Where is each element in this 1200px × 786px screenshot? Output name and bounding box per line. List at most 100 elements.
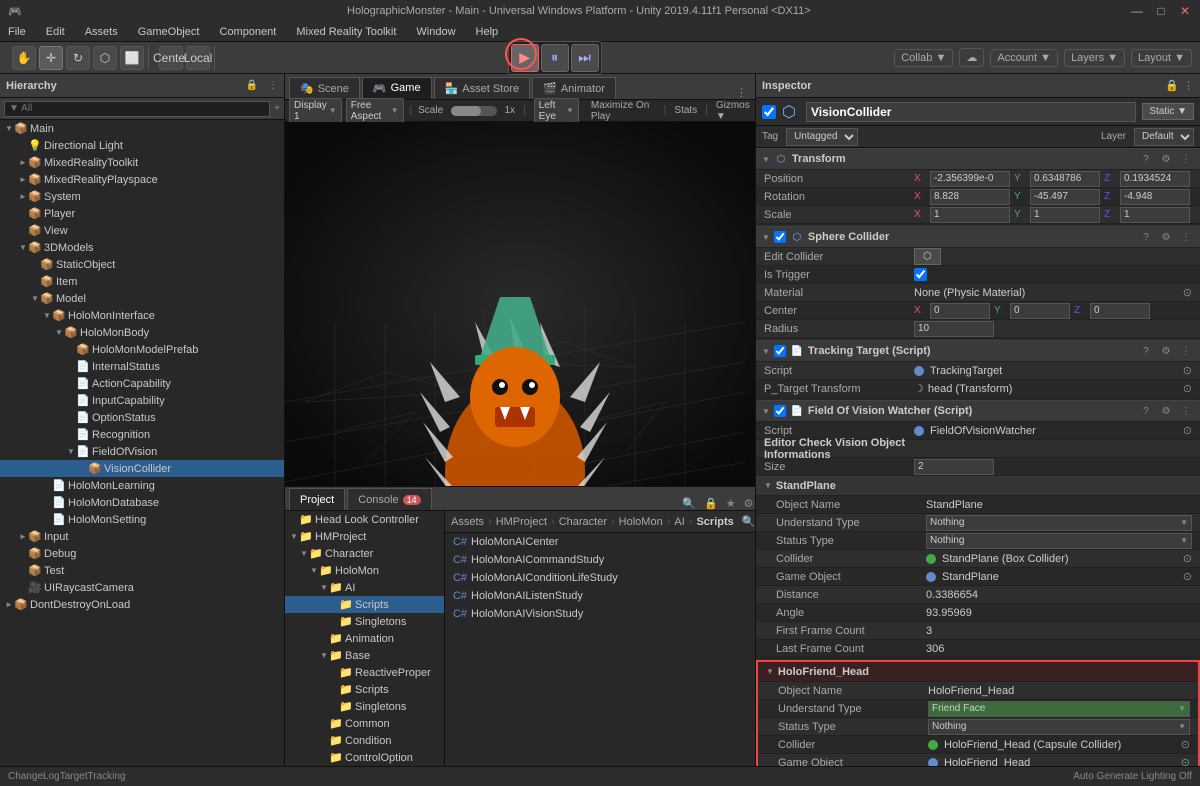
holofriend-status-select[interactable]: Nothing ▼ — [928, 719, 1190, 735]
transform-section-header[interactable]: ▼ ⬡ Transform ? ⚙ ⋮ — [756, 148, 1200, 170]
holofriend-understand-select[interactable]: Friend Face ▼ — [928, 701, 1190, 717]
proj-holomon[interactable]: ▼ 📁 HoloMon — [285, 562, 444, 579]
proj-controloption[interactable]: 📁 ControlOption — [285, 749, 444, 766]
tool-rect[interactable]: ⬜ — [120, 46, 144, 70]
hierarchy-lock[interactable]: 🔒 — [246, 80, 258, 91]
menu-mixedreality[interactable]: Mixed Reality Toolkit — [292, 24, 400, 40]
scale-z[interactable] — [1120, 207, 1190, 223]
tree-internal-status[interactable]: 📄 InternalStatus — [0, 358, 284, 375]
holofriend-go-btn[interactable]: ⊙ — [1181, 756, 1190, 766]
static-button[interactable]: Static ▼ — [1142, 103, 1194, 120]
tree-mrplayspace[interactable]: ► 📦 MixedRealityPlayspace — [0, 171, 284, 188]
sphere-active-checkbox[interactable] — [774, 231, 786, 243]
lefteye-dropdown[interactable]: Left Eye ▼ — [534, 98, 579, 124]
center-toggle[interactable]: Center — [159, 46, 183, 70]
tree-directional-light[interactable]: 💡 Directional Light — [0, 137, 284, 154]
rot-x[interactable] — [930, 189, 1010, 205]
layer-select[interactable]: Default — [1134, 128, 1194, 146]
proj-condition[interactable]: 📁 Condition — [285, 732, 444, 749]
star-icon[interactable]: ★ — [722, 497, 740, 510]
maximize-button[interactable]: □ — [1154, 4, 1168, 18]
transform-help[interactable]: ? — [1138, 151, 1154, 167]
stats-btn[interactable]: Stats — [674, 105, 697, 116]
standplane-understand-select[interactable]: Nothing ▼ — [926, 515, 1192, 531]
center-z[interactable] — [1090, 303, 1150, 319]
pause-button[interactable]: ⏸ — [541, 44, 569, 72]
menu-gameobject[interactable]: GameObject — [134, 24, 204, 40]
tree-dontdestroy[interactable]: ► 📦 DontDestroyOnLoad — [0, 596, 284, 613]
tree-item[interactable]: 📦 Item — [0, 273, 284, 290]
pos-x[interactable] — [930, 171, 1010, 187]
transform-settings[interactable]: ⚙ — [1158, 151, 1174, 167]
pos-y[interactable] — [1030, 171, 1100, 187]
edit-collider-button[interactable]: ⬡ — [914, 248, 941, 265]
file-holomon-ai-center[interactable]: C# HoloMonAICenter — [445, 533, 761, 551]
object-active-checkbox[interactable] — [762, 105, 776, 119]
tool-scale[interactable]: ⬡ — [93, 46, 117, 70]
rot-z[interactable] — [1120, 189, 1190, 205]
gizmos-btn[interactable]: Gizmos ▼ — [716, 100, 751, 122]
p-target-btn[interactable]: ⊙ — [1183, 382, 1192, 395]
file-holomon-condition-life[interactable]: C# HoloMonAIConditionLifeStudy — [445, 569, 761, 587]
tree-holomon-setting[interactable]: 📄 HoloMonSetting — [0, 511, 284, 528]
transform-more[interactable]: ⋮ — [1178, 151, 1194, 167]
scale-slider[interactable] — [451, 106, 496, 116]
inspector-more[interactable]: ⋮ — [1183, 79, 1194, 92]
menu-assets[interactable]: Assets — [81, 24, 122, 40]
proj-scripts[interactable]: 📁 Scripts — [285, 596, 444, 613]
center-x[interactable] — [930, 303, 990, 319]
tree-recognition[interactable]: 📄 Recognition — [0, 426, 284, 443]
tree-holomon-model-prefab[interactable]: 📦 HoloMonModelPrefab — [0, 341, 284, 358]
sphere-more[interactable]: ⋮ — [1178, 229, 1194, 245]
proj-head-look[interactable]: 📁 Head Look Controller — [285, 511, 444, 528]
proj-character[interactable]: ▼ 📁 Character — [285, 545, 444, 562]
tab-more-icon[interactable]: ⋮ — [736, 86, 747, 99]
tree-holomon-learning[interactable]: 📄 HoloMonLearning — [0, 477, 284, 494]
hierarchy-search-input[interactable] — [4, 101, 270, 117]
cloud-button[interactable]: ☁ — [959, 48, 984, 67]
tree-player[interactable]: 📦 Player — [0, 205, 284, 222]
tool-move[interactable]: ✛ — [39, 46, 63, 70]
fov-script-btn[interactable]: ⊙ — [1183, 424, 1192, 437]
tree-holomon-body[interactable]: ▼ 📦 HoloMonBody — [0, 324, 284, 341]
tracking-help[interactable]: ? — [1138, 343, 1154, 359]
menu-file[interactable]: File — [4, 24, 30, 40]
tree-vision-collider[interactable]: 📦 VisionCollider — [0, 460, 284, 477]
tracking-target-header[interactable]: ▼ 📄 Tracking Target (Script) ? ⚙ ⋮ — [756, 340, 1200, 362]
tree-action-cap[interactable]: 📄 ActionCapability — [0, 375, 284, 392]
material-target[interactable]: ⊙ — [1183, 286, 1192, 299]
hierarchy-add[interactable]: + — [274, 103, 280, 114]
maximize-on-play[interactable]: Maximize On Play — [587, 99, 656, 123]
tree-field-of-vision[interactable]: ▼ 📄 FieldOfVision — [0, 443, 284, 460]
scale-x[interactable] — [930, 207, 1010, 223]
proj-base[interactable]: ▼ 📁 Base — [285, 647, 444, 664]
is-trigger-checkbox[interactable] — [914, 268, 927, 281]
standplane-status-select[interactable]: Nothing ▼ — [926, 533, 1192, 549]
size-input[interactable] — [914, 459, 994, 475]
local-toggle[interactable]: Local — [186, 46, 210, 70]
pos-z[interactable] — [1120, 171, 1190, 187]
tree-system[interactable]: ► 📦 System — [0, 188, 284, 205]
object-name-input[interactable] — [806, 102, 1136, 122]
fov-settings[interactable]: ⚙ — [1158, 403, 1174, 419]
tab-console[interactable]: Console 14 — [347, 488, 431, 510]
tree-debug[interactable]: 📦 Debug — [0, 545, 284, 562]
window-controls[interactable]: — □ ✕ — [1130, 4, 1192, 18]
account-button[interactable]: Account ▼ — [990, 49, 1058, 67]
tool-rotate[interactable]: ↻ — [66, 46, 90, 70]
proj-base-singletons[interactable]: 📁 Singletons — [285, 698, 444, 715]
holofriend-header[interactable]: ▼ HoloFriend_Head — [758, 662, 1198, 682]
menu-component[interactable]: Component — [215, 24, 280, 40]
tracking-active-checkbox[interactable] — [774, 345, 786, 357]
fov-watcher-header[interactable]: ▼ 📄 Field Of Vision Watcher (Script) ? ⚙… — [756, 400, 1200, 422]
proj-hmproject[interactable]: ▼ 📁 HMProject — [285, 528, 444, 545]
search-icon[interactable]: 🔍 — [678, 497, 700, 510]
file-holomon-command-study[interactable]: C# HoloMonAICommandStudy — [445, 551, 761, 569]
minimize-button[interactable]: — — [1130, 4, 1144, 18]
center-y[interactable] — [1010, 303, 1070, 319]
rot-y[interactable] — [1030, 189, 1100, 205]
sphere-help[interactable]: ? — [1138, 229, 1154, 245]
holofriend-collider-btn[interactable]: ⊙ — [1181, 738, 1190, 751]
file-holomon-listen[interactable]: C# HoloMonAIListenStudy — [445, 587, 761, 605]
sphere-settings[interactable]: ⚙ — [1158, 229, 1174, 245]
